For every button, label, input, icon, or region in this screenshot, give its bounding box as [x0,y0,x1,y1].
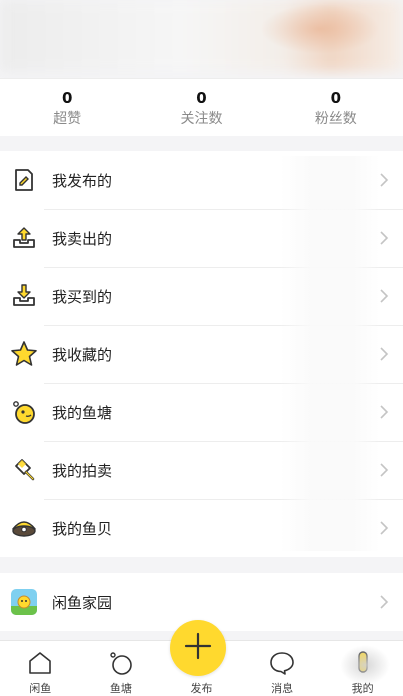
menu-item-favorites[interactable]: 我收藏的 [0,325,403,383]
menu-item-fish-pond[interactable]: 我的鱼塘 [0,383,403,441]
stat-followers[interactable]: 0 粉丝数 [269,79,403,136]
avatar-blur [260,4,380,54]
menu-item-label: 我卖出的 [52,229,113,248]
menu-item-label: 我的鱼塘 [52,403,113,422]
shell-icon [10,514,38,542]
document-pen-icon [10,166,38,194]
menu-item-label: 闲鱼家园 [52,593,113,612]
stat-following[interactable]: 0 关注数 [134,79,268,136]
profile-menu: 我发布的 我卖出的 我买到的 我收藏的 我的鱼塘 我的拍卖 我的鱼贝 [0,151,403,557]
message-icon [268,649,296,676]
home-icon [26,649,54,676]
chevron-right-icon [380,231,389,245]
xianyu-home-icon [10,588,38,616]
tab-label: 发布 [190,682,213,695]
chevron-right-icon [380,289,389,303]
menu-item-label: 我的拍卖 [52,461,113,480]
tab-label: 闲鱼 [29,682,52,695]
chevron-right-icon [380,347,389,361]
tab-fish-pond[interactable]: 鱼塘 [81,641,162,696]
menu-item-bought[interactable]: 我买到的 [0,267,403,325]
stat-label: 关注数 [180,111,223,127]
stat-value: 0 [196,89,207,107]
chevron-right-icon [380,595,389,609]
menu-item-auction[interactable]: 我的拍卖 [0,441,403,499]
chevron-right-icon [380,405,389,419]
tab-label: 鱼塘 [109,682,132,695]
publish-button[interactable] [170,620,226,676]
chevron-right-icon [380,463,389,477]
menu-item-label: 我发布的 [52,171,113,190]
tab-messages[interactable]: 消息 [242,641,323,696]
stat-label: 粉丝数 [314,111,357,127]
stat-label: 超赞 [53,111,82,127]
star-icon [10,340,38,368]
upload-tray-icon [10,224,38,252]
menu-item-label: 我买到的 [52,287,113,306]
download-tray-icon [10,282,38,310]
stat-value: 0 [61,89,73,107]
menu-item-label: 我的鱼贝 [52,519,113,538]
plus-icon [183,631,213,665]
menu-item-fish-shell[interactable]: 我的鱼贝 [0,499,403,557]
stat-likes[interactable]: 0 超赞 [0,79,134,136]
chevron-right-icon [380,521,389,535]
auction-hammer-icon [10,456,38,484]
profile-tab-blur [340,645,390,685]
menu-item-published[interactable]: 我发布的 [0,151,403,209]
stat-value: 0 [330,89,342,107]
fish-pond-tab-icon [107,649,135,676]
stats-bar: 0 超赞 0 关注数 0 粉丝数 [0,78,403,136]
fish-pond-icon [10,398,38,426]
tab-home[interactable]: 闲鱼 [0,641,81,696]
chevron-right-icon [380,173,389,187]
menu-item-sold[interactable]: 我卖出的 [0,209,403,267]
tab-label: 消息 [271,682,294,695]
menu-item-label: 我收藏的 [52,345,113,364]
